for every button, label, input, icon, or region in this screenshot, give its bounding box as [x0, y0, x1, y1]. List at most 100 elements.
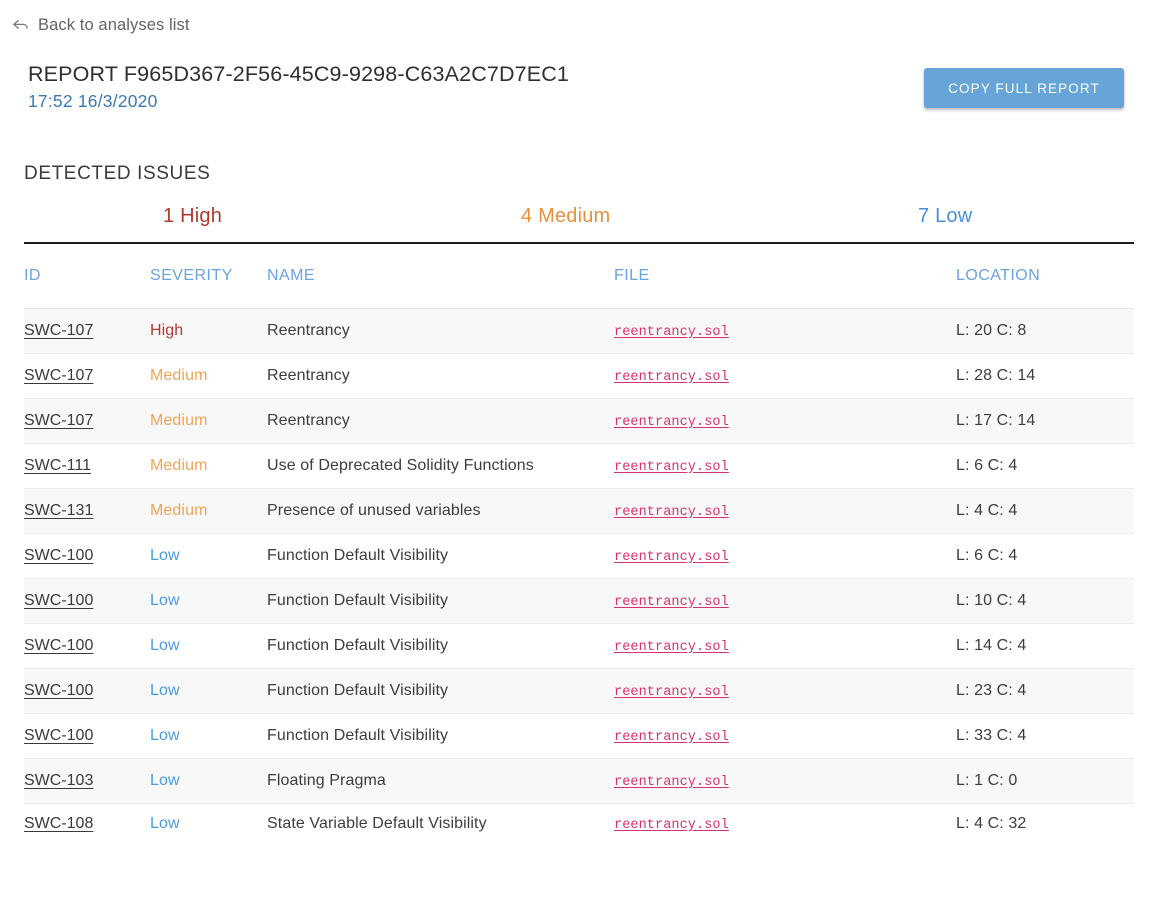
swc-id-link[interactable]: SWC-100 — [24, 637, 93, 654]
cell-id: SWC-111 — [24, 442, 149, 488]
column-header-location[interactable]: LOCATION — [956, 243, 1134, 309]
detected-issues-heading: DETECTED ISSUES — [24, 163, 211, 184]
table-row: SWC-100 Low Function Default Visibility ree… — [24, 577, 1134, 623]
cell-file: reentrancy.sol — [614, 442, 956, 488]
cell-file: reentrancy.sol — [614, 307, 956, 353]
column-header-file[interactable]: FILE — [614, 243, 956, 309]
column-header-name[interactable]: NAME — [266, 243, 614, 309]
table-row: SWC-107 Medium Reentrancy reentrancy.sol L: … — [24, 352, 1134, 398]
column-header-severity[interactable]: SEVERITY — [149, 243, 266, 309]
report-header: REPORT F965D367-2F56-45C9-9298-C63A2C7D7… — [28, 62, 569, 112]
cell-location: L: 33 C: 4 — [956, 712, 1134, 758]
column-header-id[interactable]: ID — [24, 243, 149, 309]
copy-full-report-button[interactable]: COPY FULL REPORT — [924, 68, 1124, 108]
location-text: L: 4 C: 4 — [956, 501, 1018, 519]
source-file-link[interactable]: reentrancy.sol — [614, 550, 729, 565]
cell-id: SWC-100 — [24, 667, 149, 713]
summary-high-count[interactable]: 1 High — [163, 205, 222, 228]
severity-badge: Medium — [150, 366, 208, 384]
location-text: L: 20 C: 8 — [956, 321, 1027, 339]
source-file-link[interactable]: reentrancy.sol — [614, 730, 729, 745]
issue-name: Presence of unused variables — [267, 501, 481, 519]
cell-file: reentrancy.sol — [614, 622, 956, 668]
cell-severity: High — [149, 307, 266, 353]
cell-location: L: 28 C: 14 — [956, 352, 1134, 398]
cell-location: L: 14 C: 4 — [956, 622, 1134, 668]
source-file-link[interactable]: reentrancy.sol — [614, 818, 729, 833]
report-timestamp: 17:52 16/3/2020 — [28, 91, 158, 111]
swc-id-link[interactable]: SWC-107 — [24, 322, 93, 339]
cell-name: Floating Pragma — [266, 757, 614, 803]
swc-id-link[interactable]: SWC-100 — [24, 682, 93, 699]
severity-badge: Low — [150, 546, 180, 564]
cell-file: reentrancy.sol — [614, 712, 956, 758]
issue-name: State Variable Default Visibility — [267, 814, 487, 832]
cell-location: L: 6 C: 4 — [956, 442, 1134, 488]
swc-id-link[interactable]: SWC-100 — [24, 547, 93, 564]
cell-file: reentrancy.sol — [614, 352, 956, 398]
cell-file: reentrancy.sol — [614, 757, 956, 803]
summary-medium-count[interactable]: 4 Medium — [521, 205, 610, 228]
table-row: SWC-100 Low Function Default Visibility ree… — [24, 532, 1134, 578]
swc-id-link[interactable]: SWC-103 — [24, 772, 93, 789]
table-row: SWC-111 Medium Use of Deprecated Solidity … — [24, 442, 1134, 488]
source-file-link[interactable]: reentrancy.sol — [614, 775, 729, 790]
table-row: SWC-131 Medium Presence of unused variable… — [24, 487, 1134, 533]
source-file-link[interactable]: reentrancy.sol — [614, 640, 729, 655]
location-text: L: 6 C: 4 — [956, 546, 1018, 564]
cell-id: SWC-100 — [24, 712, 149, 758]
source-file-link[interactable]: reentrancy.sol — [614, 460, 729, 475]
cell-id: SWC-100 — [24, 622, 149, 668]
swc-id-link[interactable]: SWC-100 — [24, 592, 93, 609]
source-file-link[interactable]: reentrancy.sol — [614, 325, 729, 340]
issue-name: Function Default Visibility — [267, 546, 449, 564]
cell-severity: Medium — [149, 442, 266, 488]
table-row: SWC-108 Low State Variable Default Visibil… — [24, 802, 1134, 852]
table-row: SWC-107 High Reentrancy reentrancy.sol L: 20… — [24, 307, 1134, 353]
swc-id-link[interactable]: SWC-111 — [24, 457, 91, 474]
cell-name: Reentrancy — [266, 397, 614, 443]
cell-file: reentrancy.sol — [614, 667, 956, 713]
back-to-analyses-link[interactable]: Back to analyses list — [12, 16, 190, 35]
cell-id: SWC-100 — [24, 532, 149, 578]
cell-severity: Low — [149, 757, 266, 803]
source-file-link[interactable]: reentrancy.sol — [614, 505, 729, 520]
severity-badge: Low — [150, 771, 180, 789]
swc-id-link[interactable]: SWC-107 — [24, 367, 93, 384]
cell-id: SWC-131 — [24, 487, 149, 533]
cell-name: Function Default Visibility — [266, 577, 614, 623]
source-file-link[interactable]: reentrancy.sol — [614, 595, 729, 610]
severity-badge: Low — [150, 814, 180, 832]
source-file-link[interactable]: reentrancy.sol — [614, 415, 729, 430]
cell-severity: Medium — [149, 352, 266, 398]
swc-id-link[interactable]: SWC-107 — [24, 412, 93, 429]
source-file-link[interactable]: reentrancy.sol — [614, 685, 729, 700]
cell-severity: Low — [149, 532, 266, 578]
table-header-row: ID SEVERITY NAME FILE LOCATION — [24, 243, 1134, 309]
cell-severity: Low — [149, 667, 266, 713]
cell-id: SWC-108 — [24, 802, 149, 852]
cell-name: Use of Deprecated Solidity Functions — [266, 442, 614, 488]
cell-name: Function Default Visibility — [266, 532, 614, 578]
cell-name: Reentrancy — [266, 307, 614, 353]
issue-name: Reentrancy — [267, 411, 350, 429]
location-text: L: 14 C: 4 — [956, 636, 1027, 654]
severity-badge: Medium — [150, 411, 208, 429]
swc-id-link[interactable]: SWC-100 — [24, 727, 93, 744]
summary-low-count[interactable]: 7 Low — [918, 205, 972, 228]
location-text: L: 17 C: 14 — [956, 411, 1036, 429]
cell-severity: Low — [149, 577, 266, 623]
issue-name: Use of Deprecated Solidity Functions — [267, 456, 534, 474]
table-header: ID SEVERITY NAME FILE LOCATION — [24, 243, 1134, 309]
severity-badge: High — [150, 321, 184, 339]
swc-id-link[interactable]: SWC-131 — [24, 502, 93, 519]
swc-id-link[interactable]: SWC-108 — [24, 815, 93, 832]
cell-location: L: 1 C: 0 — [956, 757, 1134, 803]
cell-name: Reentrancy — [266, 352, 614, 398]
issue-name: Function Default Visibility — [267, 681, 449, 699]
source-file-link[interactable]: reentrancy.sol — [614, 370, 729, 385]
location-text: L: 28 C: 14 — [956, 366, 1036, 384]
severity-badge: Medium — [150, 456, 208, 474]
cell-location: L: 23 C: 4 — [956, 667, 1134, 713]
cell-file: reentrancy.sol — [614, 397, 956, 443]
